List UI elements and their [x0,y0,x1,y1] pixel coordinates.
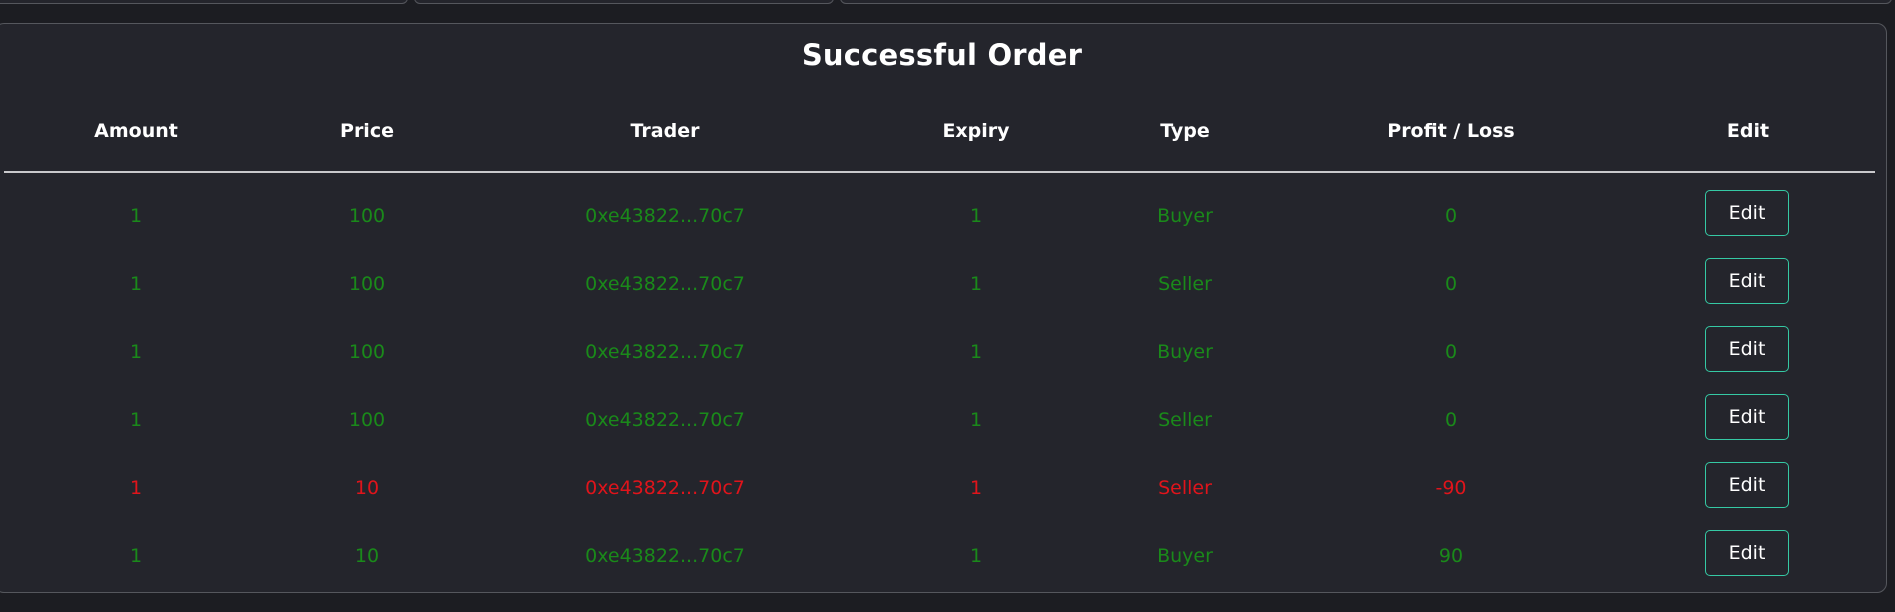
header-amount: Amount [94,120,178,142]
cell-profit-loss: 0 [1444,273,1458,295]
cell-price: 100 [348,273,386,295]
cell-expiry: 1 [969,477,983,499]
cell-price: 100 [348,341,386,363]
top-panels [0,0,1895,4]
header-trader: Trader [630,120,700,142]
cell-price: 100 [348,409,386,431]
cell-profit-loss: 0 [1444,341,1458,363]
table-row: 1 100 0xe43822...70c7 1 Buyer 0 Edit [0,183,1895,251]
edit-button[interactable]: Edit [1705,326,1789,372]
cell-trader: 0xe43822...70c7 [585,273,745,295]
cell-profit-loss: 0 [1444,205,1458,227]
header-type: Type [1160,120,1210,142]
cell-trader: 0xe43822...70c7 [585,477,745,499]
cell-trader: 0xe43822...70c7 [585,205,745,227]
cell-amount: 1 [129,341,143,363]
top-panel-left [0,0,408,4]
top-panel-right [840,0,1892,4]
table-header: Amount Price Trader Expiry Type Profit /… [0,120,1895,150]
cell-trader: 0xe43822...70c7 [585,409,745,431]
header-price: Price [340,120,394,142]
table-row: 1 100 0xe43822...70c7 1 Seller 0 Edit [0,251,1895,319]
header-edit: Edit [1726,120,1770,142]
cell-type: Seller [1158,409,1212,431]
cell-type: Buyer [1157,341,1213,363]
cell-trader: 0xe43822...70c7 [585,341,745,363]
table-row: 1 10 0xe43822...70c7 1 Seller -90 Edit [0,455,1895,523]
cell-expiry: 1 [969,273,983,295]
cell-profit-loss: -90 [1435,477,1467,499]
cell-expiry: 1 [969,409,983,431]
table-row: 1 100 0xe43822...70c7 1 Seller 0 Edit [0,387,1895,455]
cell-price: 10 [354,545,380,567]
edit-button[interactable]: Edit [1705,258,1789,304]
cell-profit-loss: 90 [1438,545,1464,567]
page-title: Successful Order [801,38,1083,72]
header-expiry: Expiry [942,120,1010,142]
cell-amount: 1 [129,545,143,567]
table-row: 1 100 0xe43822...70c7 1 Buyer 0 Edit [0,319,1895,387]
top-panel-middle [414,0,834,4]
cell-price: 100 [348,205,386,227]
edit-button[interactable]: Edit [1705,462,1789,508]
cell-type: Seller [1158,273,1212,295]
header-profit-loss: Profit / Loss [1387,120,1515,142]
edit-button[interactable]: Edit [1705,394,1789,440]
table-row: 1 10 0xe43822...70c7 1 Buyer 90 Edit [0,523,1895,591]
cell-expiry: 1 [969,341,983,363]
cell-expiry: 1 [969,545,983,567]
cell-amount: 1 [129,409,143,431]
cell-type: Seller [1158,477,1212,499]
header-divider [4,171,1875,173]
edit-button[interactable]: Edit [1705,530,1789,576]
cell-amount: 1 [129,205,143,227]
cell-amount: 1 [129,273,143,295]
cell-type: Buyer [1157,545,1213,567]
cell-amount: 1 [129,477,143,499]
cell-trader: 0xe43822...70c7 [585,545,745,567]
cell-price: 10 [354,477,380,499]
edit-button[interactable]: Edit [1705,190,1789,236]
cell-expiry: 1 [969,205,983,227]
cell-profit-loss: 0 [1444,409,1458,431]
cell-type: Buyer [1157,205,1213,227]
